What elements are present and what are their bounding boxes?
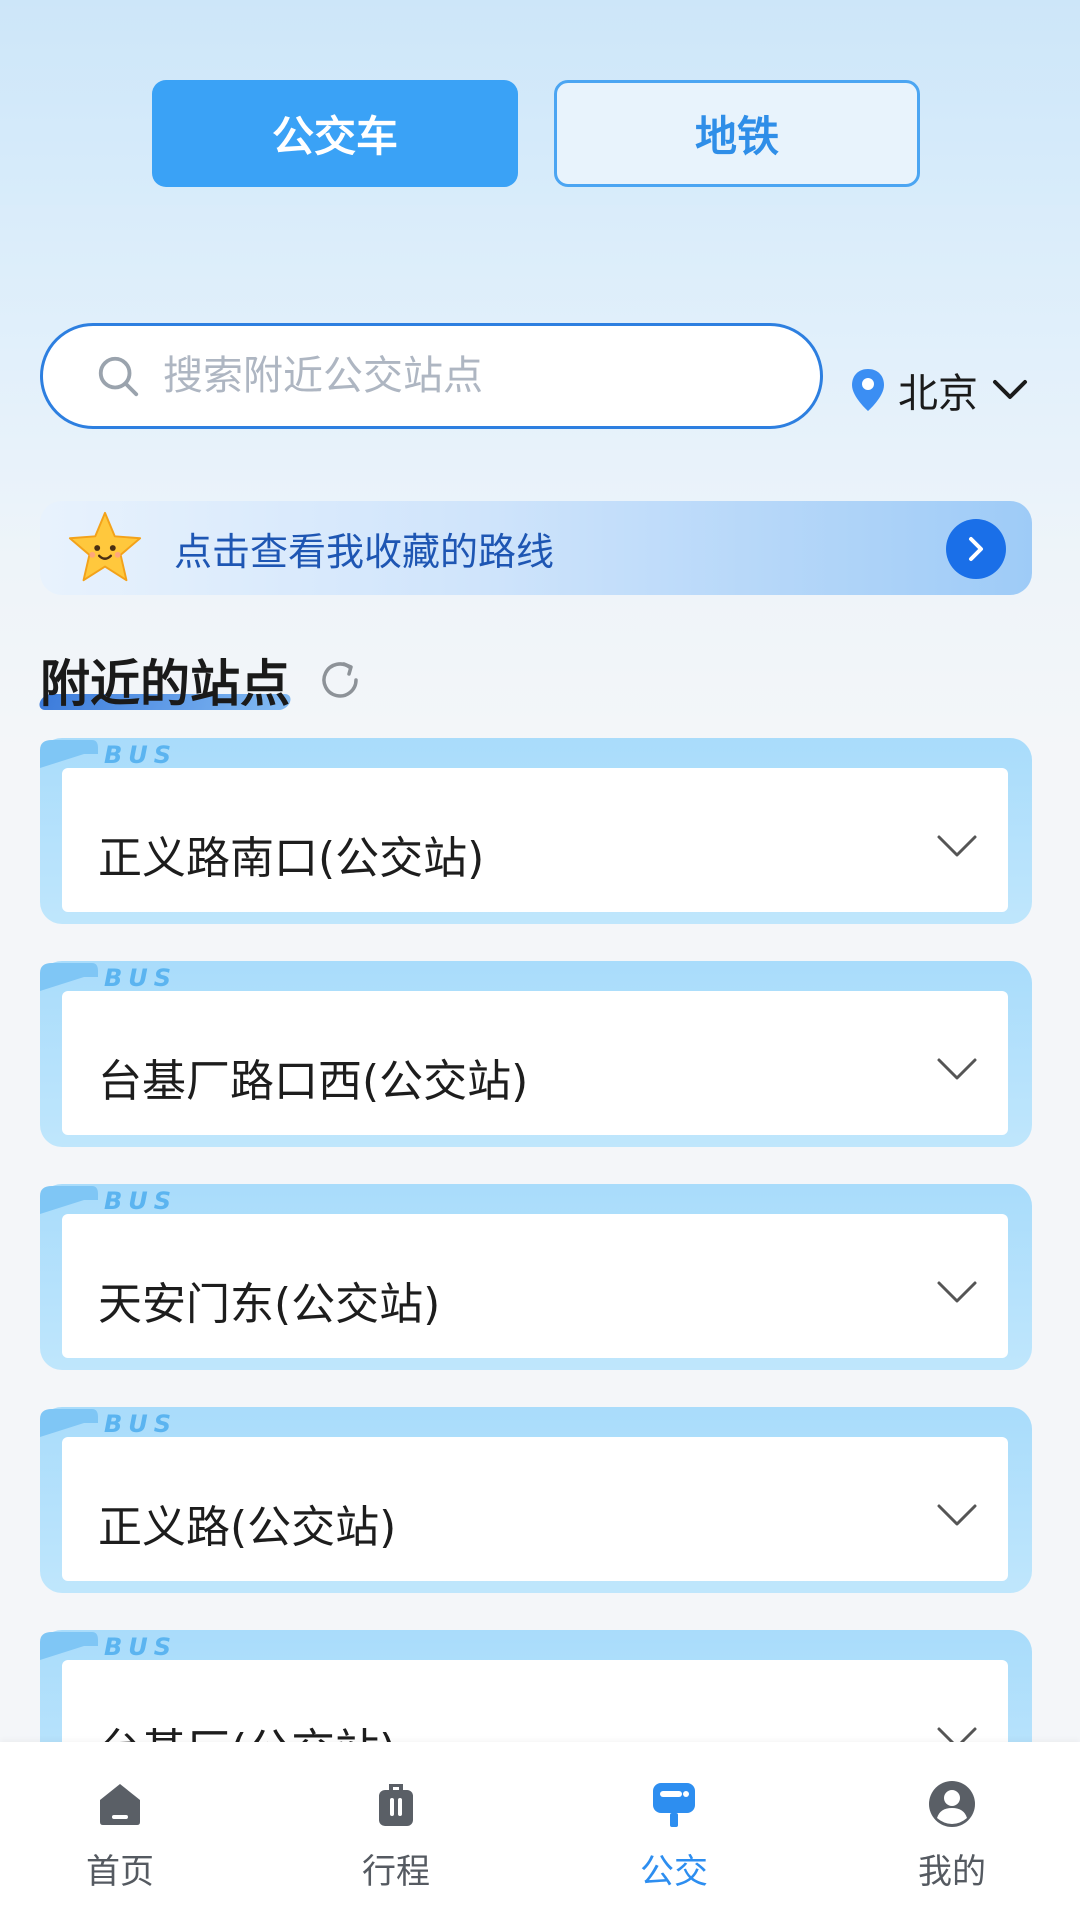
city-name: 北京: [898, 371, 978, 417]
bus-tag: BUS: [40, 1407, 220, 1437]
nav-profile[interactable]: 我的: [872, 1778, 1032, 1898]
luggage-icon: [379, 1784, 413, 1826]
chevron-down-icon[interactable]: [936, 1057, 978, 1083]
city-selector[interactable]: 北京: [850, 360, 1028, 420]
station-card[interactable]: BUS 正义路(公交站): [40, 1407, 1032, 1593]
station-card-body: 正义路(公交站): [62, 1437, 1008, 1581]
search-box[interactable]: [40, 323, 823, 429]
home-icon: [100, 1784, 140, 1825]
station-card[interactable]: BUS 天安门东(公交站): [40, 1184, 1032, 1370]
bus-tag-icon: BUS: [40, 740, 177, 768]
location-pin-icon: [852, 369, 884, 411]
nav-home[interactable]: 首页: [40, 1778, 200, 1898]
station-name: 天安门东(公交站): [98, 1279, 441, 1330]
bus-tag-icon: BUS: [40, 1632, 177, 1660]
section-title: 附近的站点: [40, 655, 290, 713]
station-card[interactable]: BUS 台基厂路口西(公交站): [40, 961, 1032, 1147]
bus-icon: [653, 1783, 695, 1827]
star-mascot-icon: [68, 511, 142, 582]
nav-label: 我的: [918, 1852, 986, 1892]
bus-tag-text: BUS: [104, 1187, 177, 1214]
nav-label: 公交: [640, 1852, 708, 1892]
bottom-nav: 首页 行程 公交 我的: [0, 1742, 1080, 1920]
bus-tag-icon: BUS: [40, 1409, 177, 1437]
nav-trips[interactable]: 行程: [316, 1778, 476, 1898]
bus-tag-text: BUS: [104, 1633, 177, 1660]
nav-label: 首页: [86, 1852, 154, 1892]
profile-icon: [929, 1781, 975, 1827]
nav-label: 行程: [362, 1852, 430, 1892]
bus-tag-icon: BUS: [40, 1186, 177, 1214]
station-name: 正义路南口(公交站): [98, 833, 485, 884]
bus-tag: BUS: [40, 738, 220, 768]
station-card[interactable]: BUS 正义路南口(公交站): [40, 738, 1032, 924]
chevron-right-button[interactable]: [946, 519, 1006, 579]
station-name: 台基厂路口西(公交站): [98, 1056, 529, 1107]
chevron-down-icon[interactable]: [936, 1280, 978, 1306]
nav-bus[interactable]: 公交: [594, 1778, 754, 1898]
top-tab-bar: 公交车 地铁: [0, 0, 1080, 205]
bus-tag-text: BUS: [104, 741, 177, 768]
search-input[interactable]: [163, 353, 723, 399]
station-list: BUS 正义路南口(公交站) BUS 台基厂路口西(公交站) BUS 天安门东(…: [40, 738, 1032, 1853]
chevron-down-icon[interactable]: [936, 1503, 978, 1529]
tab-bus[interactable]: 公交车: [152, 80, 518, 187]
bus-tag-text: BUS: [104, 1410, 177, 1437]
tab-metro[interactable]: 地铁: [554, 80, 920, 187]
search-icon: [98, 356, 139, 397]
bus-tag: BUS: [40, 1184, 220, 1214]
chevron-down-icon[interactable]: [936, 834, 978, 860]
station-card-body: 天安门东(公交站): [62, 1214, 1008, 1358]
station-card-body: 正义路南口(公交站): [62, 768, 1008, 912]
favorite-routes-text: 点击查看我收藏的路线: [174, 529, 555, 574]
chevron-right-icon: [969, 537, 983, 561]
bus-tag-text: BUS: [104, 964, 177, 991]
bus-tag: BUS: [40, 1630, 220, 1660]
station-name: 正义路(公交站): [98, 1502, 397, 1553]
nearby-section-header: 附近的站点: [37, 640, 366, 720]
station-card-body: 台基厂路口西(公交站): [62, 991, 1008, 1135]
refresh-icon[interactable]: [314, 654, 366, 706]
bus-tag-icon: BUS: [40, 963, 177, 991]
chevron-down-icon: [993, 380, 1027, 399]
favorite-routes-banner[interactable]: 点击查看我收藏的路线: [40, 501, 1032, 595]
page: 公交车 地铁 北京 点击查看我收藏的路线: [0, 0, 1080, 1920]
bus-tag: BUS: [40, 961, 220, 991]
